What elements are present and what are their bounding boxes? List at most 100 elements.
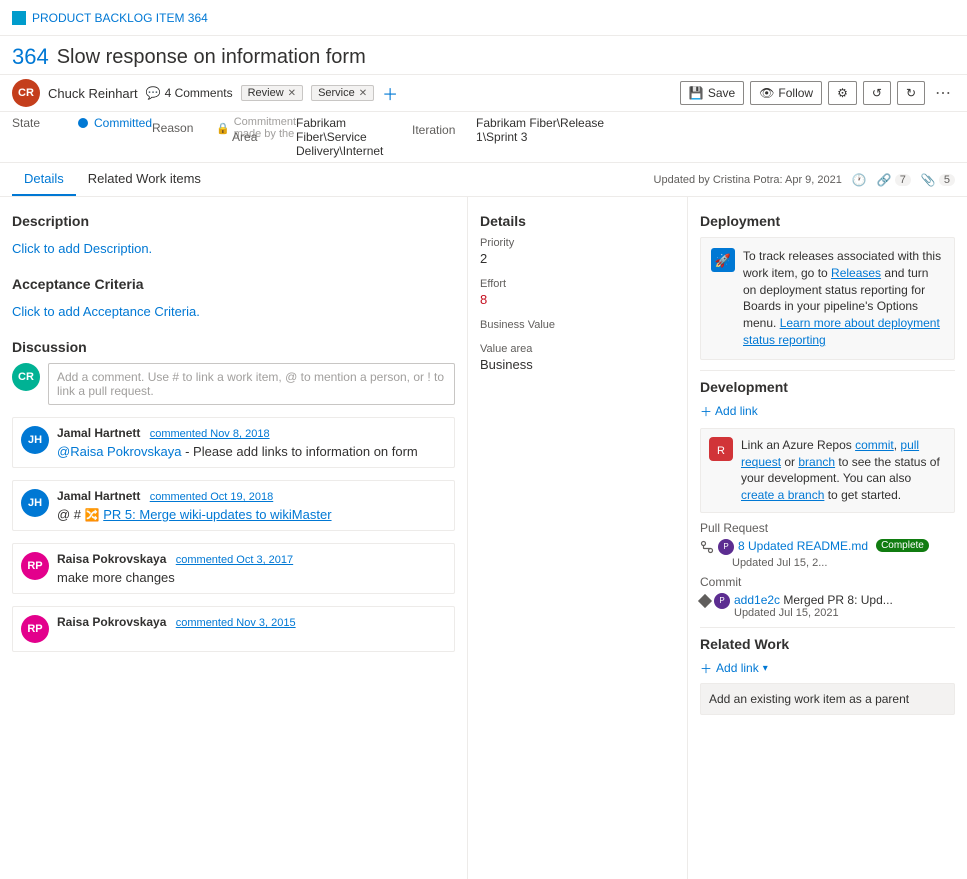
- item-title[interactable]: Slow response on information form: [57, 46, 366, 69]
- business-value-label: Business Value: [480, 319, 675, 331]
- dev-box-text: Link an Azure Repos commit, pull request…: [741, 437, 946, 504]
- comment-1-text: @Raisa Pokrovskaya - Please add links to…: [57, 444, 446, 459]
- complete-badge: Complete: [876, 539, 929, 552]
- acceptance-placeholder[interactable]: Click to add Acceptance Criteria.: [12, 300, 455, 323]
- area-value[interactable]: Fabrikam Fiber\Service Delivery\Internet: [296, 116, 392, 158]
- related-work-title: Related Work: [700, 636, 955, 652]
- effort-label: Effort: [480, 278, 675, 290]
- value-area-field: Value area Business: [480, 343, 675, 372]
- undo-button[interactable]: ↺: [863, 81, 891, 105]
- related-work-add-link[interactable]: ＋ Add link ▾: [700, 660, 955, 677]
- state-value[interactable]: Committed: [94, 116, 152, 130]
- more-button[interactable]: ⋯: [931, 81, 955, 105]
- attachments-badge[interactable]: 📎 5: [921, 173, 955, 187]
- existing-work-box[interactable]: Add an existing work item as a parent: [700, 683, 955, 715]
- releases-link[interactable]: Releases: [831, 266, 881, 280]
- avatar: CR: [12, 79, 40, 107]
- related-work-divider: [700, 627, 955, 628]
- comment-1-content: Jamal Hartnett commented Nov 8, 2018 @Ra…: [57, 426, 446, 459]
- tag-review-remove[interactable]: ✕: [288, 88, 296, 99]
- discussion-section: Discussion CR Add a comment. Use # to li…: [12, 339, 455, 652]
- redo-button[interactable]: ↻: [897, 81, 925, 105]
- dev-info-box: R Link an Azure Repos commit, pull reque…: [700, 428, 955, 513]
- links-icon: 🔗: [877, 173, 892, 187]
- follow-button[interactable]: 👁 Follow: [750, 81, 822, 105]
- pr-symbol: 🔀: [85, 508, 100, 522]
- svg-text:🚀: 🚀: [715, 253, 731, 268]
- tab-related-work[interactable]: Related Work items: [76, 163, 213, 196]
- comment-1-avatar: JH: [21, 426, 49, 454]
- top-bar-title: PRODUCT BACKLOG ITEM 364: [32, 11, 208, 25]
- follow-label: Follow: [778, 86, 813, 100]
- effort-value[interactable]: 8: [480, 292, 675, 307]
- state-field: State Committed: [12, 116, 152, 130]
- settings-button[interactable]: ⚙: [828, 81, 857, 105]
- comment-4-author: Raisa Pokrovskaya: [57, 615, 166, 629]
- comment-2-author: Jamal Hartnett: [57, 489, 140, 503]
- iteration-label: Iteration: [412, 123, 472, 137]
- links-badge[interactable]: 🔗 7: [877, 173, 911, 187]
- area-label: Area: [232, 130, 292, 144]
- priority-label: Priority: [480, 237, 675, 249]
- comment-4-date[interactable]: commented Nov 3, 2015: [176, 617, 296, 629]
- comment-input[interactable]: Add a comment. Use # to link a work item…: [48, 363, 455, 405]
- comment-4-content: Raisa Pokrovskaya commented Nov 3, 2015: [57, 615, 446, 643]
- tab-details[interactable]: Details: [12, 163, 76, 196]
- comment-1-date[interactable]: commented Nov 8, 2018: [150, 428, 270, 440]
- pr-details[interactable]: 8 Updated README.md: [738, 539, 868, 553]
- save-label: Save: [708, 86, 735, 100]
- comment-count-text: 4 Comments: [165, 86, 233, 100]
- item-number: 364: [12, 44, 49, 70]
- comment-2-date[interactable]: commented Oct 19, 2018: [150, 491, 274, 503]
- add-tag-button[interactable]: ＋: [382, 81, 398, 105]
- save-button[interactable]: 💾 Save: [680, 81, 744, 105]
- comment-3-author: Raisa Pokrovskaya: [57, 552, 166, 566]
- deployment-icon: 🚀: [711, 248, 735, 272]
- toolbar-left: CR Chuck Reinhart 💬 4 Comments Review ✕ …: [12, 79, 398, 107]
- iteration-value[interactable]: Fabrikam Fiber\Release 1\Sprint 3: [476, 116, 612, 144]
- commit-diamond-icon: [698, 594, 712, 608]
- branch-link[interactable]: branch: [798, 455, 835, 469]
- commit-date: Updated Jul 15, 2021: [734, 607, 893, 619]
- history-icon: 🕐: [852, 173, 867, 187]
- learn-more-link[interactable]: Learn more about deployment status repor…: [743, 316, 940, 347]
- commit-link[interactable]: commit: [855, 438, 894, 452]
- details-title: Details: [480, 213, 675, 229]
- user-name: Chuck Reinhart: [48, 86, 138, 101]
- tag-service-remove[interactable]: ✕: [359, 88, 367, 99]
- history-badge[interactable]: 🕐: [852, 173, 867, 187]
- description-placeholder[interactable]: Click to add Description.: [12, 237, 455, 260]
- dev-add-link[interactable]: ＋ Add link: [700, 403, 955, 420]
- priority-field: Priority 2: [480, 237, 675, 266]
- svg-text:R: R: [717, 445, 725, 457]
- commit-avatar: P: [714, 593, 730, 609]
- comment-3-date[interactable]: commented Oct 3, 2017: [176, 554, 293, 566]
- state-label: State: [12, 116, 72, 130]
- comment-2-avatar: JH: [21, 489, 49, 517]
- create-branch-link[interactable]: create a branch: [741, 488, 824, 502]
- existing-work-text: Add an existing work item as a parent: [709, 692, 909, 706]
- business-value-field: Business Value: [480, 319, 675, 331]
- deployment-box: 🚀 To track releases associated with this…: [700, 237, 955, 360]
- comment-3-content: Raisa Pokrovskaya commented Oct 3, 2017 …: [57, 552, 446, 585]
- development-title: Development: [700, 379, 955, 395]
- left-panel: Description Click to add Description. Ac…: [0, 197, 468, 879]
- comment-1-author: Jamal Hartnett: [57, 426, 140, 440]
- development-section: Development ＋ Add link R Link an Azure R…: [700, 379, 955, 619]
- priority-value[interactable]: 2: [480, 251, 675, 266]
- value-area-value[interactable]: Business: [480, 357, 675, 372]
- tabs: Details Related Work items: [12, 163, 213, 196]
- description-section: Description Click to add Description.: [12, 213, 455, 260]
- tag-review[interactable]: Review ✕: [241, 85, 303, 101]
- dev-divider: [700, 370, 955, 371]
- header: 364 Slow response on information form: [0, 36, 967, 75]
- pr-link[interactable]: PR 5: Merge wiki-updates to wikiMaster: [103, 507, 331, 522]
- commit-hash[interactable]: add1e2c: [734, 593, 780, 607]
- tag-service[interactable]: Service ✕: [311, 85, 374, 101]
- description-title: Description: [12, 213, 455, 229]
- deployment-text: To track releases associated with this w…: [743, 248, 944, 349]
- comment-2-content: Jamal Hartnett commented Oct 19, 2018 @ …: [57, 489, 446, 522]
- meta-row: State Committed Reason 🔒 Commitment made…: [0, 112, 967, 163]
- deployment-section: Deployment 🚀 To track releases associate…: [700, 213, 955, 360]
- comment-3-avatar: RP: [21, 552, 49, 580]
